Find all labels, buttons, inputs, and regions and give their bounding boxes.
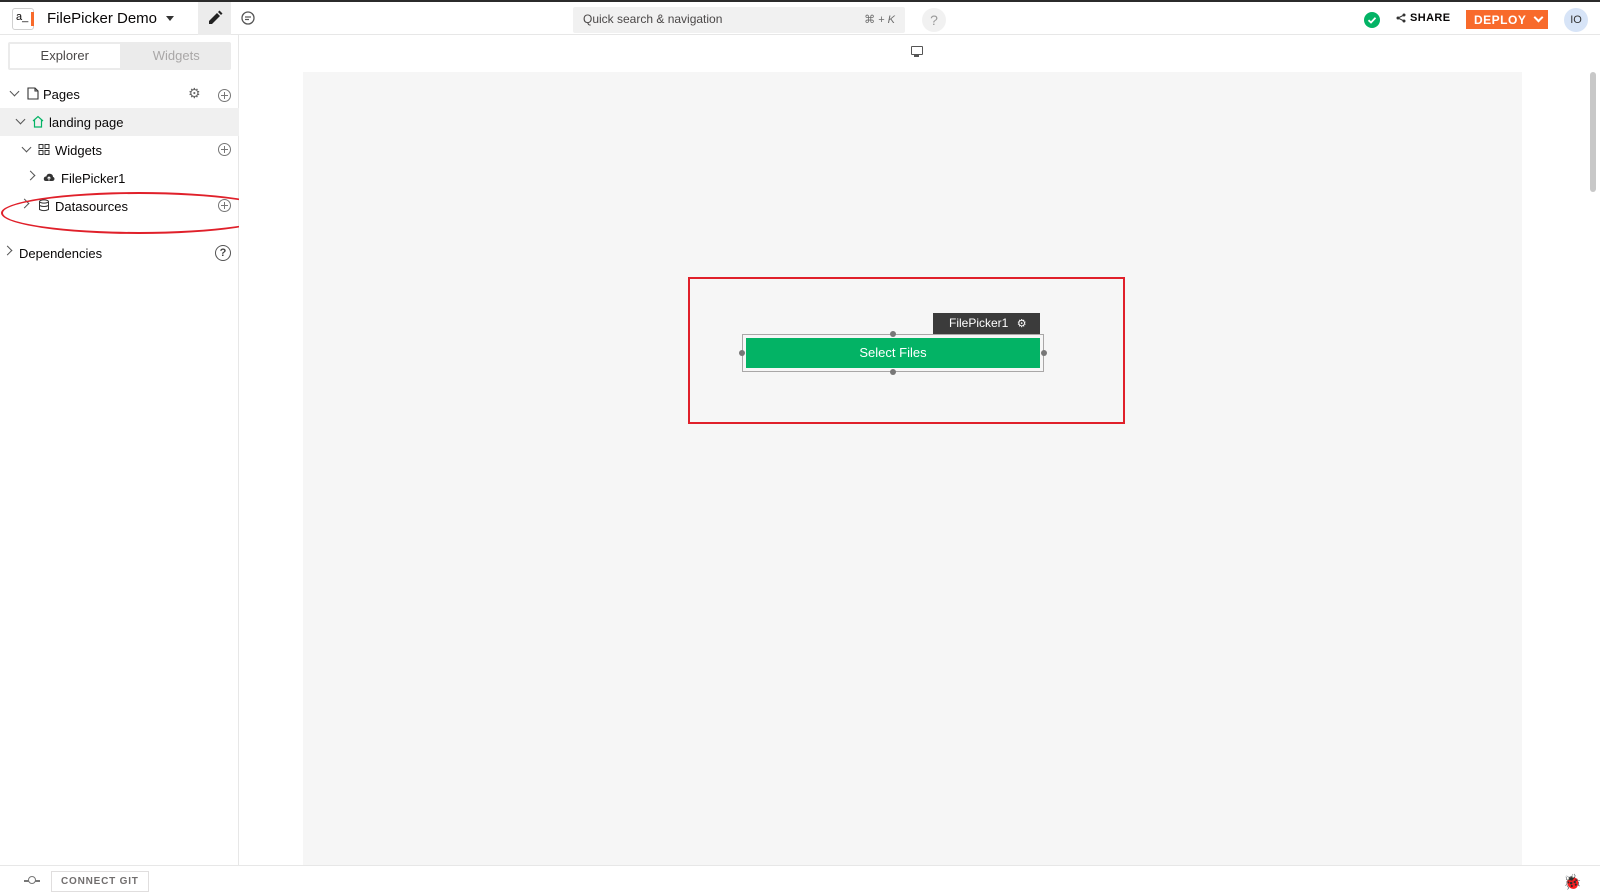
share-button[interactable]: SHARE [1396, 12, 1451, 24]
chevron-down-icon[interactable] [15, 114, 26, 125]
home-icon [32, 115, 44, 128]
share-icon [1396, 13, 1406, 23]
widget-name-tag[interactable]: FilePicker1 ⚙ [933, 313, 1040, 334]
page-icon [27, 87, 39, 100]
edit-mode-button[interactable] [198, 2, 231, 35]
chevron-down-icon[interactable] [9, 86, 20, 97]
saved-status-check-icon [1364, 12, 1380, 28]
connect-git-button[interactable]: CONNECT GIT [51, 871, 149, 892]
widgets-grid-icon [38, 144, 50, 155]
top-bar: a_ FilePicker Demo Quick search & naviga… [0, 0, 1600, 35]
tab-explorer[interactable]: Explorer [10, 44, 120, 68]
tree-dependencies-label: Dependencies [19, 246, 103, 261]
share-label: SHARE [1410, 12, 1451, 24]
widget-name-label: FilePicker1 [949, 316, 1009, 330]
dependencies-help-icon[interactable]: ? [215, 245, 231, 261]
tree-pages-label: Pages [43, 87, 80, 102]
chevron-down-icon[interactable] [21, 142, 32, 153]
app-logo[interactable]: a_ [12, 8, 34, 30]
comment-mode-button[interactable] [240, 10, 256, 26]
chevron-right-icon[interactable] [25, 170, 36, 181]
annotation-ellipse [1, 192, 277, 234]
filepicker-select-files-button[interactable]: Select Files [746, 338, 1040, 368]
cloud-upload-icon [43, 173, 55, 181]
tree-widgets[interactable]: Widgets [0, 136, 239, 164]
deploy-button[interactable]: DEPLOY [1466, 10, 1548, 29]
tree-widget-filepicker1[interactable]: FilePicker1 [0, 164, 239, 192]
bottom-bar: CONNECT GIT 🐞 [0, 865, 1600, 896]
help-button[interactable]: ? [922, 8, 946, 32]
search-shortcut: ⌘ + K [864, 14, 895, 26]
chevron-right-icon[interactable] [2, 245, 13, 256]
tab-widgets[interactable]: Widgets [122, 42, 232, 70]
page-settings-gear-icon[interactable]: ⚙ [188, 85, 201, 102]
editor-canvas-area: FilePicker1 ⚙ Select Files [239, 35, 1600, 865]
tree-dependencies[interactable]: Dependencies ? [0, 239, 239, 267]
explorer-sidebar: Explorer Widgets Pages ⚙ landing page Wi… [0, 35, 277, 865]
canvas-scrollbar[interactable] [1590, 72, 1596, 192]
resize-handle-bottom[interactable] [890, 369, 896, 375]
pencil-icon [209, 10, 223, 24]
tree-widgets-label: Widgets [55, 143, 102, 158]
search-placeholder: Quick search & navigation [583, 12, 723, 26]
app-name[interactable]: FilePicker Demo [47, 10, 157, 27]
debugger-bug-icon[interactable]: 🐞 [1563, 873, 1582, 891]
sidebar-tabs: Explorer Widgets [8, 42, 231, 70]
tree-widget-label: FilePicker1 [61, 171, 126, 186]
quick-search-bar[interactable]: Quick search & navigation ⌘ + K [573, 7, 905, 33]
page-canvas[interactable] [303, 72, 1522, 865]
resize-handle-left[interactable] [739, 350, 745, 356]
tree-page-landing[interactable]: landing page [0, 108, 239, 136]
resize-handle-right[interactable] [1041, 350, 1047, 356]
widget-settings-gear-icon[interactable]: ⚙ [1017, 318, 1027, 330]
deploy-label: DEPLOY [1474, 12, 1527, 27]
desktop-monitor-icon[interactable] [911, 46, 923, 57]
tree-pages[interactable]: Pages ⚙ [0, 80, 239, 108]
user-avatar[interactable]: IO [1564, 8, 1588, 32]
add-widget-plus-icon[interactable] [218, 143, 231, 156]
add-page-plus-icon[interactable] [218, 89, 231, 102]
tree-page-name: landing page [49, 115, 124, 130]
app-menu-caret-icon[interactable] [166, 16, 174, 21]
git-commit-icon [24, 876, 40, 884]
resize-handle-top[interactable] [890, 331, 896, 337]
comment-icon [241, 11, 255, 25]
deploy-chevron-down-icon[interactable] [1533, 12, 1544, 23]
